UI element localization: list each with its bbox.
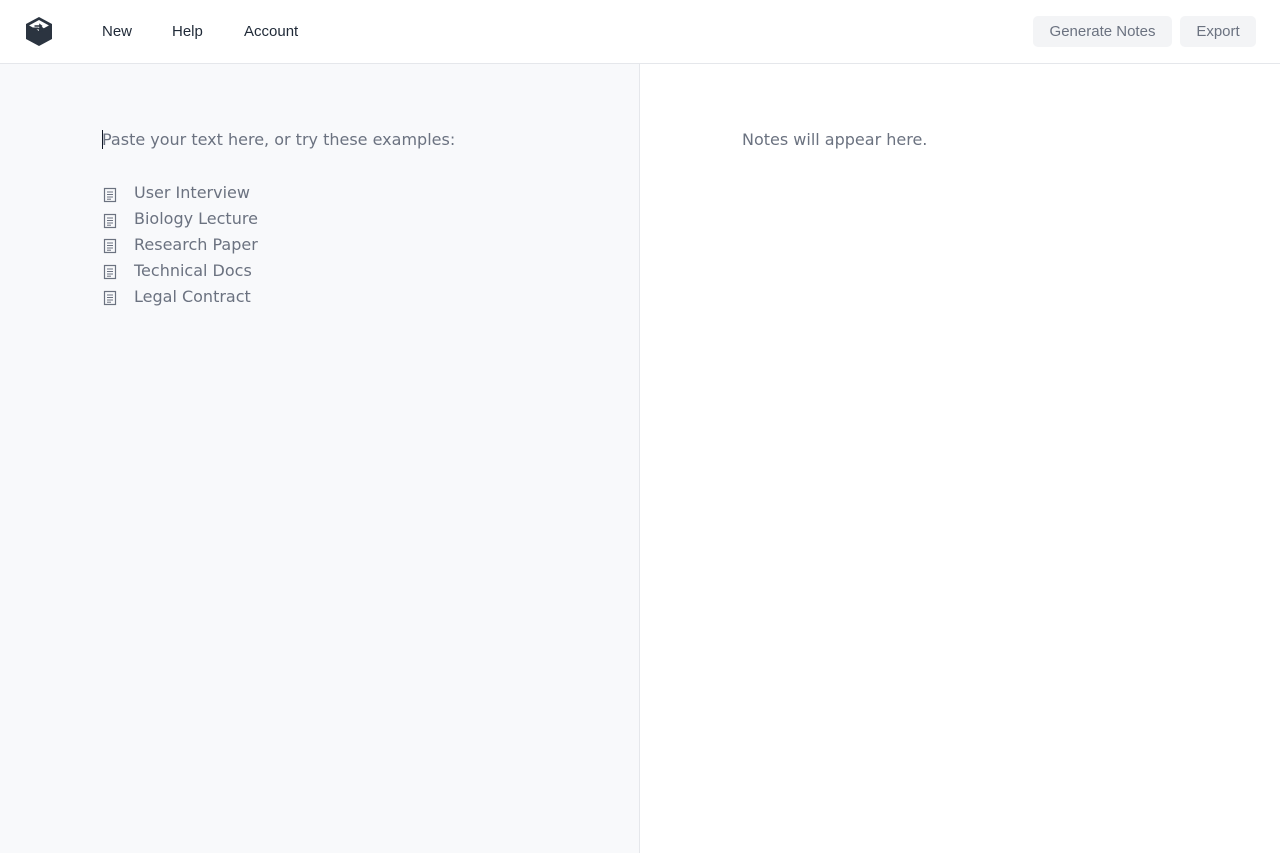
example-item-user-interview[interactable]: User Interview [102,180,258,206]
example-item-research-paper[interactable]: Research Paper [102,232,258,258]
input-panel[interactable]: Paste your text here, or try these examp… [0,64,640,853]
export-button[interactable]: Export [1180,16,1256,47]
input-placeholder: Paste your text here, or try these examp… [102,130,456,149]
example-label: Research Paper [134,234,258,254]
example-list: User Interview Biology Lecture Research … [102,180,258,309]
document-icon [102,213,118,229]
document-icon [102,238,118,254]
app-header: New Help Account Generate Notes Export [0,0,1280,64]
example-label: User Interview [134,183,250,203]
notes-placeholder: Notes will appear here. [742,130,928,149]
document-icon [102,264,118,280]
generate-notes-button[interactable]: Generate Notes [1033,16,1172,47]
document-icon [102,187,118,203]
text-caret [102,130,103,149]
example-label: Biology Lecture [134,209,258,229]
cube-arrow-logo-icon[interactable] [24,16,54,46]
nav-new-link[interactable]: New [102,20,132,44]
nav-help-link[interactable]: Help [172,20,203,44]
example-item-legal-contract[interactable]: Legal Contract [102,283,258,309]
example-item-biology-lecture[interactable]: Biology Lecture [102,206,258,232]
example-item-technical-docs[interactable]: Technical Docs [102,257,258,283]
document-icon [102,290,118,306]
nav-account-link[interactable]: Account [244,20,298,44]
notes-panel: Notes will appear here. [640,64,1280,853]
example-label: Legal Contract [134,286,251,306]
example-label: Technical Docs [134,260,252,280]
